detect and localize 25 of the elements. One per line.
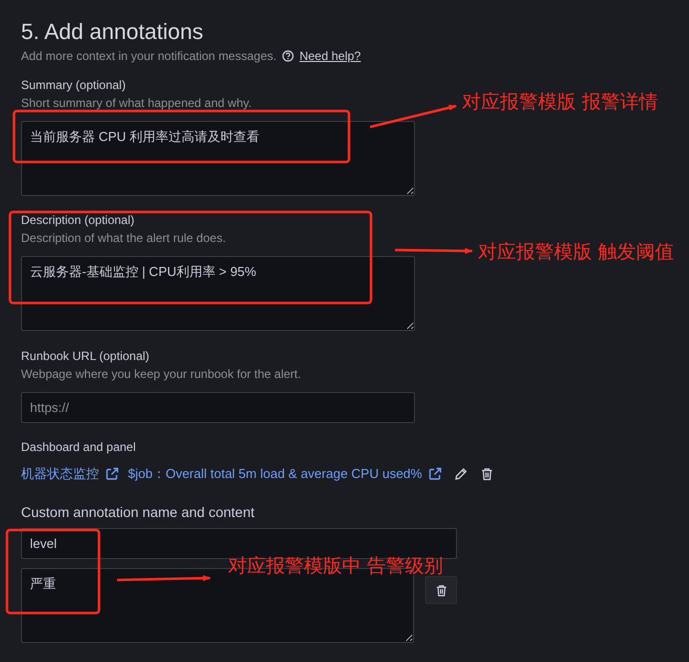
field-label: Description (optional) (21, 213, 136, 227)
field-label: Runbook URL (optional) (21, 349, 150, 363)
textarea-field[interactable]: 当前服务器 CPU 利用率过高请及时查看 (21, 121, 415, 196)
textarea-field[interactable]: 云服务器-基础监控 | CPU利用率 > 95% (21, 256, 415, 331)
dashboard-link[interactable]: 机器状态监控 (21, 465, 99, 483)
panel-link[interactable]: $job：Overall total 5m load & average CPU used% (128, 465, 422, 483)
annotation-note: 对应报警模版 报警详情 (462, 90, 658, 114)
section-title: 5. Add annotations (21, 18, 204, 46)
field-hint: Description of what the alert rule does. (21, 230, 226, 246)
annotation-note: 对应报警模版 触发阈值 (478, 240, 676, 264)
delete-icon (434, 584, 448, 596)
field-label: Summary (optional) (21, 78, 127, 92)
field-label: Dashboard and panel (21, 440, 137, 454)
external-link-icon[interactable] (105, 467, 119, 481)
help-link[interactable]: Need help? (299, 49, 361, 63)
edit-icon[interactable] (454, 467, 468, 481)
delete-icon[interactable] (480, 467, 494, 481)
field-hint: Short summary of what happened and why. (21, 95, 252, 111)
help-icon (282, 50, 294, 62)
delete-button[interactable] (425, 576, 457, 604)
input-field[interactable]: https:// (21, 392, 415, 423)
field-label: Custom annotation name and content (21, 504, 256, 520)
section-subtitle: Add more context in your notification messages. (21, 49, 276, 63)
field-hint: Webpage where you keep your runbook for the alert. (21, 366, 301, 382)
external-link-icon[interactable] (428, 467, 442, 481)
